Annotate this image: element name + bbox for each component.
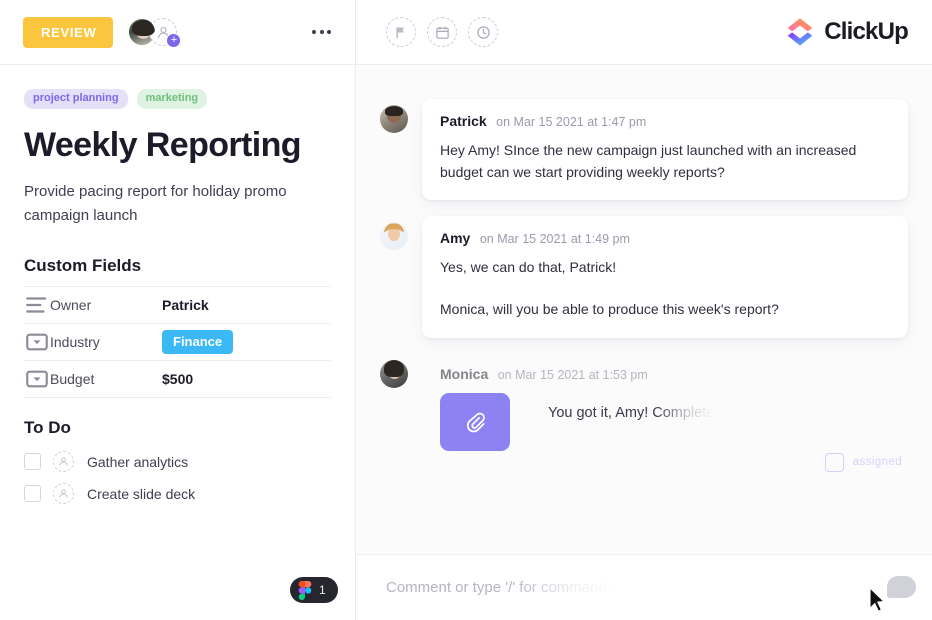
todo-label: Create slide deck [87,485,196,502]
comment-author: Patrick [440,113,487,129]
custom-fields-table: Owner Patrick Industry Finance Budget $5… [24,285,331,398]
flag-button[interactable] [386,17,416,47]
custom-field-row-industry[interactable]: Industry Finance [24,324,331,361]
comment-bubble[interactable]: Monica on Mar 15 2021 at 1:53 pm You got… [422,354,908,472]
more-options-icon [312,30,316,34]
figma-icon [298,580,312,600]
assigned-checkbox[interactable] [824,452,844,472]
clickup-wordmark: ClickUp [824,18,909,45]
flag-icon [396,27,404,38]
comment-item: Amy on Mar 15 2021 at 1:49 pm Yes, we ca… [380,216,908,338]
assignee-placeholder-icon[interactable] [53,483,74,505]
comment-timestamp: on Mar 15 2021 at 1:53 pm [497,367,648,382]
comment-text: Monica, will you be able to produce this… [440,301,779,318]
assigned-label: assigned [852,456,902,469]
comment-author: Amy [440,230,471,247]
comment-composer[interactable]: Comment or type '/' for commands [356,554,932,620]
comment-list: Patrick on Mar 15 2021 at 1:47 pm Hey Am… [356,65,932,554]
comment-bubble[interactable]: Amy on Mar 15 2021 at 1:49 pm Yes, we ca… [422,216,908,338]
due-date-button[interactable] [427,17,457,47]
assignee-avatar-group: + [127,17,182,48]
todo-checkbox[interactable] [24,453,41,471]
comment-meta: Amy on Mar 15 2021 at 1:49 pm [440,230,890,248]
comment-timestamp: on Mar 15 2021 at 1:47 pm [496,115,647,129]
dropdown-field-icon [24,366,50,392]
task-description[interactable]: Provide pacing report for holiday promo … [24,180,324,229]
task-actions-toolbar [386,17,498,47]
dropdown-field-icon [24,329,50,355]
custom-fields-heading: Custom Fields [24,255,142,275]
task-detail-panel: REVIEW + project planning marketing Week… [0,0,356,620]
avatar[interactable] [380,359,408,388]
more-options-button[interactable] [308,22,335,42]
comment-bubble-indicator [887,576,916,598]
figma-presence-badge[interactable]: 1 [290,577,338,603]
custom-field-chip-finance[interactable]: Finance [162,329,234,354]
comment-text: Yes, we can do that, Patrick! [440,259,617,276]
avatar[interactable] [380,222,408,251]
plus-badge-icon: + [166,33,182,48]
activity-panel: ClickUp Patrick on Mar 15 2021 at 1:47 p… [356,0,932,620]
comment-meta: Patrick on Mar 15 2021 at 1:47 pm [440,113,890,131]
text-field-icon [24,292,50,318]
custom-field-label: Owner [50,296,92,313]
mouse-cursor [869,587,885,612]
custom-field-row-owner[interactable]: Owner Patrick [24,287,331,324]
tag-list: project planning marketing [24,89,331,109]
clickup-logo: ClickUp [785,17,909,47]
custom-field-row-budget[interactable]: Budget $500 [24,361,331,398]
tag-project-planning[interactable]: project planning [24,89,128,109]
comment-text: Hey Amy! SInce the new campaign just lau… [440,142,857,180]
page-title[interactable]: Weekly Reporting [24,126,331,164]
assignee-placeholder-icon[interactable] [53,451,74,473]
comment-meta: Monica on Mar 15 2021 at 1:53 pm [440,366,890,384]
custom-field-label: Industry [50,333,100,350]
todo-checkbox[interactable] [24,485,41,503]
custom-field-label: Budget [50,370,95,387]
task-header: REVIEW + [0,0,355,65]
list-item[interactable]: Create slide deck [24,478,331,510]
avatar[interactable] [380,105,408,133]
attachment-tile[interactable] [440,392,510,451]
todo-heading: To Do [24,417,71,437]
tag-marketing[interactable]: marketing [136,89,208,109]
comment-item-pending: Monica on Mar 15 2021 at 1:53 pm You got… [380,354,908,472]
paperclip-icon [466,412,485,432]
comment-item: Patrick on Mar 15 2021 at 1:47 pm Hey Am… [380,99,908,201]
custom-field-value[interactable]: $500 [162,371,193,387]
time-tracking-button[interactable] [468,17,498,47]
status-badge[interactable]: REVIEW [23,16,114,48]
comment-input-placeholder[interactable]: Comment or type '/' for commands [386,579,614,596]
pending-comment-text: You got it, Amy! Completed [548,404,723,421]
clickup-task-view: REVIEW + project planning marketing Week… [0,0,932,620]
comment-timestamp: on Mar 15 2021 at 1:49 pm [479,232,630,247]
clickup-mark-icon [785,17,815,47]
list-item[interactable]: Gather analytics [24,446,331,478]
comment-bubble[interactable]: Patrick on Mar 15 2021 at 1:47 pm Hey Am… [422,99,908,201]
custom-field-value[interactable]: Patrick [162,297,209,313]
figma-badge-count: 1 [319,583,326,597]
todo-label: Gather analytics [87,453,189,470]
activity-header: ClickUp [356,0,932,65]
pending-comment-body: You got it, Amy! Completed [440,392,890,451]
task-body: project planning marketing Weekly Report… [0,65,355,620]
clock-icon [476,25,490,39]
comment-author: Monica [440,365,489,382]
calendar-icon [435,26,449,39]
assigned-toggle[interactable]: assigned [824,452,902,472]
